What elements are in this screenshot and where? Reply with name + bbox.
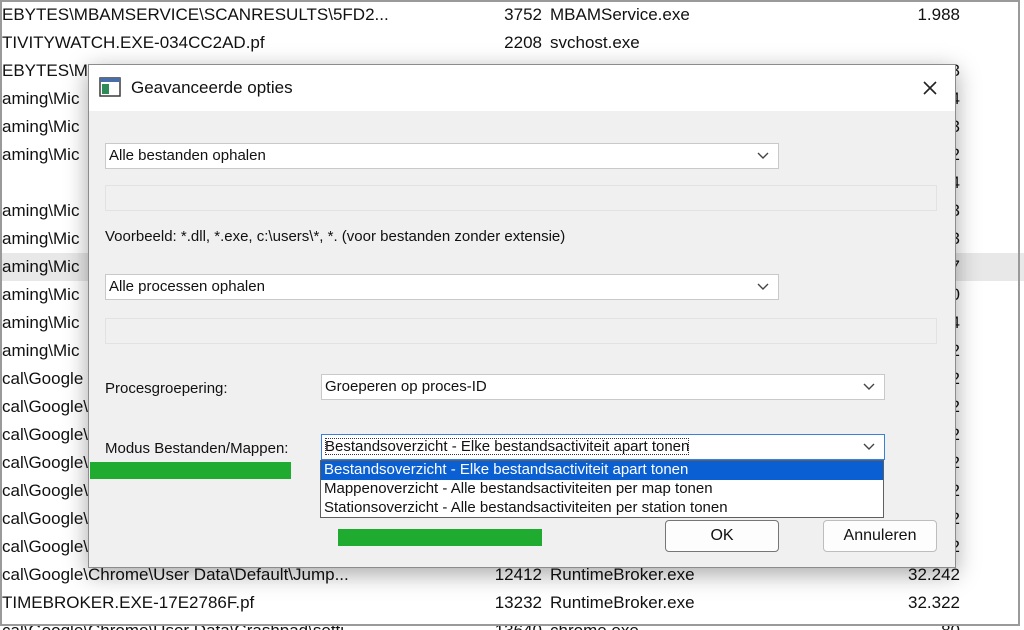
annotation-highlight-bar (90, 462, 291, 479)
mode-option-folder-overview[interactable]: Mappenoverzicht - Alle bestandsactivitei… (321, 480, 883, 499)
mode-value: Bestandsoverzicht - Elke bestandsactivit… (325, 438, 690, 455)
file-filter-value: Alle bestanden ophalen (109, 147, 266, 164)
process-filter-input (105, 318, 937, 344)
mode-option-file-overview[interactable]: Bestandsoverzicht - Elke bestandsactivit… (321, 461, 883, 480)
dialog-title: Geavanceerde opties (131, 78, 293, 97)
annotation-highlight-bar (338, 529, 542, 546)
chevron-down-icon (863, 443, 875, 450)
process-grouping-label: Procesgroepering: (105, 380, 228, 397)
process-grouping-dropdown[interactable]: Groeperen op proces-ID (321, 374, 885, 400)
example-text: Voorbeeld: *.dll, *.exe, c:\users\*, *. … (105, 228, 566, 245)
close-button[interactable] (905, 65, 955, 111)
process-filter-value: Alle processen ophalen (109, 278, 265, 295)
file-filter-dropdown[interactable]: Alle bestanden ophalen (105, 143, 779, 169)
mode-label: Modus Bestanden/Mappen: (105, 440, 289, 457)
process-grouping-value: Groeperen op proces-ID (325, 378, 487, 395)
process-filter-dropdown[interactable]: Alle processen ophalen (105, 274, 779, 300)
mode-option-drive-overview[interactable]: Stationsoverzicht - Alle bestandsactivit… (321, 499, 883, 518)
dialog-titlebar[interactable]: Geavanceerde opties (89, 65, 955, 111)
cancel-button[interactable]: Annuleren (823, 520, 937, 552)
chevron-down-icon (757, 283, 769, 290)
file-filter-input (105, 185, 937, 211)
window-app-icon (99, 77, 121, 97)
mode-dropdown[interactable]: Bestandsoverzicht - Elke bestandsactivit… (321, 434, 885, 460)
chevron-down-icon (757, 152, 769, 159)
chevron-down-icon (863, 383, 875, 390)
ok-button[interactable]: OK (665, 520, 779, 552)
mode-dropdown-list: Bestandsoverzicht - Elke bestandsactivit… (320, 460, 884, 518)
close-icon (923, 81, 937, 95)
